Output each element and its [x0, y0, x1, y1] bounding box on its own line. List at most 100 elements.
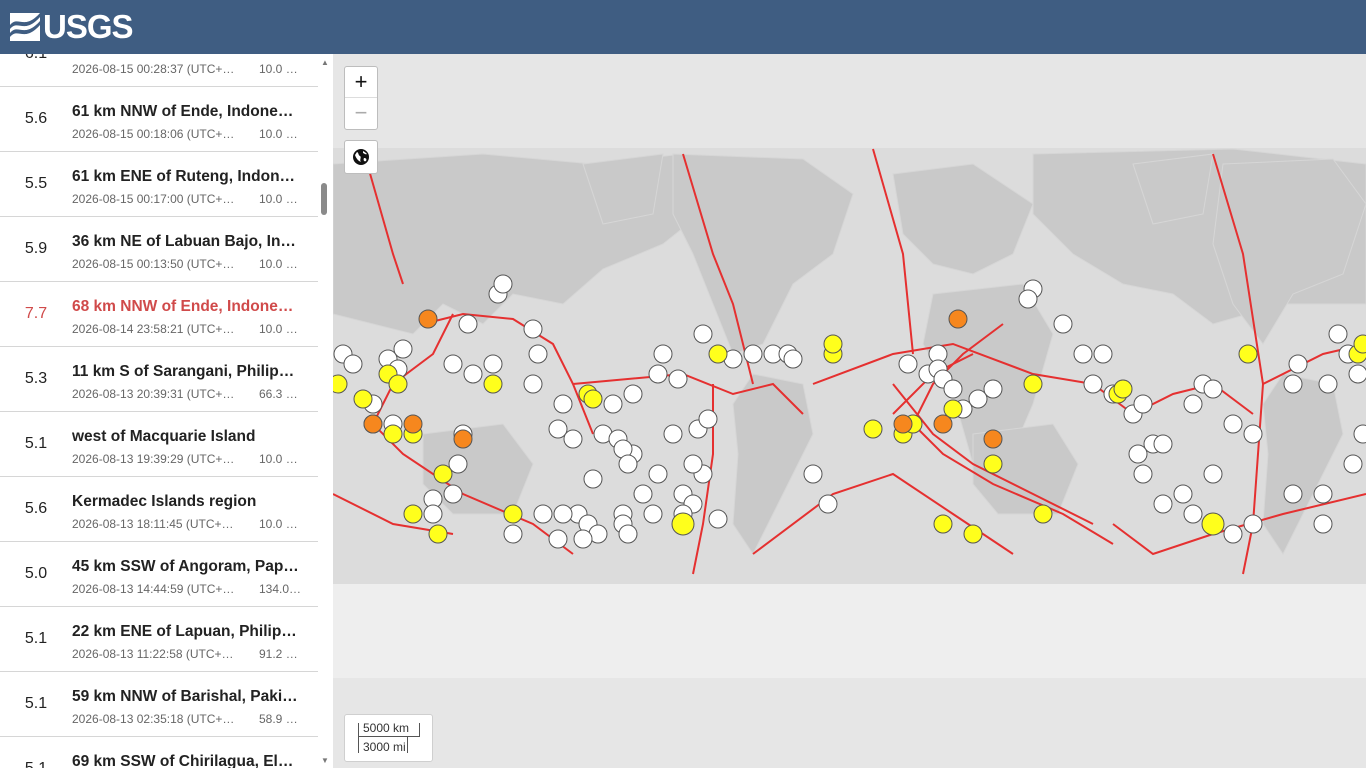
earthquake-marker[interactable] [1328, 324, 1348, 344]
layers-button[interactable] [344, 140, 378, 174]
earthquake-marker[interactable] [433, 464, 453, 484]
earthquake-marker[interactable] [1153, 434, 1173, 454]
earthquake-marker[interactable] [1083, 374, 1103, 394]
earthquake-marker[interactable] [1203, 464, 1223, 484]
earthquake-marker[interactable] [583, 469, 603, 489]
earthquake-marker[interactable] [563, 429, 583, 449]
earthquake-marker[interactable] [333, 374, 348, 394]
earthquake-marker[interactable] [948, 309, 968, 329]
earthquake-marker[interactable] [1238, 344, 1258, 364]
earthquake-marker[interactable] [1153, 494, 1173, 514]
scroll-down-arrow-icon[interactable]: ▼ [321, 756, 329, 765]
earthquake-marker[interactable] [523, 319, 543, 339]
earthquake-marker[interactable] [823, 334, 843, 354]
earthquake-marker[interactable] [1053, 314, 1073, 334]
earthquake-marker[interactable] [363, 414, 383, 434]
earthquake-marker[interactable] [698, 409, 718, 429]
earthquake-marker[interactable] [393, 339, 413, 359]
earthquake-marker[interactable] [418, 309, 438, 329]
earthquake-marker[interactable] [583, 389, 603, 409]
earthquake-marker[interactable] [383, 424, 403, 444]
earthquake-marker[interactable] [648, 464, 668, 484]
earthquake-marker[interactable] [648, 364, 668, 384]
earthquake-list-item[interactable]: 5.6 61 km NNW of Ende, Indone… 2026-08-15 … [0, 87, 318, 152]
earthquake-marker[interactable] [403, 504, 423, 524]
earthquake-list-item[interactable]: 5.1 59 km NNW of Barishal, Paki… 2026-08-1… [0, 672, 318, 737]
earthquake-marker[interactable] [983, 454, 1003, 474]
earthquake-marker[interactable] [693, 324, 713, 344]
earthquake-marker[interactable] [523, 374, 543, 394]
earthquake-marker[interactable] [533, 504, 553, 524]
earthquake-marker[interactable] [943, 379, 963, 399]
earthquake-marker[interactable] [623, 384, 643, 404]
earthquake-marker[interactable] [643, 504, 663, 524]
earthquake-marker[interactable] [1173, 484, 1193, 504]
earthquake-marker[interactable] [818, 494, 838, 514]
earthquake-list-item[interactable]: 5.1 22 km ENE of Lapuan, Philip… 2026-08-1… [0, 607, 318, 672]
earthquake-marker[interactable] [668, 369, 688, 389]
earthquake-list-item[interactable]: 5.9 36 km NE of Labuan Bajo, In… 2026-08-1… [0, 217, 318, 282]
earthquake-marker[interactable] [1318, 374, 1338, 394]
earthquake-marker[interactable] [1343, 454, 1363, 474]
earthquake-marker[interactable] [1313, 484, 1333, 504]
earthquake-marker[interactable] [553, 394, 573, 414]
earthquake-marker[interactable] [671, 512, 695, 536]
earthquake-list-item[interactable]: 5.3 11 km S of Sarangani, Philip… 2026-08-… [0, 347, 318, 412]
map-view[interactable]: + − 5000 km 3000 mi [333, 54, 1366, 768]
scrollbar-thumb[interactable] [321, 183, 327, 215]
earthquake-marker[interactable] [443, 484, 463, 504]
earthquake-marker[interactable] [388, 374, 408, 394]
earthquake-marker[interactable] [453, 429, 473, 449]
earthquake-marker[interactable] [343, 354, 363, 374]
earthquake-list-item[interactable]: 5.6 Kermadec Islands region 2026-08-13 18:… [0, 477, 318, 542]
earthquake-marker[interactable] [933, 414, 953, 434]
earthquake-marker[interactable] [618, 524, 638, 544]
earthquake-marker[interactable] [708, 344, 728, 364]
earthquake-marker[interactable] [493, 274, 513, 294]
earthquake-marker[interactable] [1283, 484, 1303, 504]
earthquake-marker[interactable] [893, 414, 913, 434]
earthquake-marker[interactable] [963, 524, 983, 544]
earthquake-marker[interactable] [483, 354, 503, 374]
earthquake-marker[interactable] [933, 514, 953, 534]
earthquake-marker[interactable] [1183, 394, 1203, 414]
earthquake-marker[interactable] [428, 524, 448, 544]
earthquake-marker[interactable] [1201, 512, 1225, 536]
earthquake-marker[interactable] [1223, 414, 1243, 434]
earthquake-marker[interactable] [1313, 514, 1333, 534]
earthquake-marker[interactable] [463, 364, 483, 384]
earthquake-marker[interactable] [483, 374, 503, 394]
earthquake-marker[interactable] [573, 529, 593, 549]
earthquake-marker[interactable] [1203, 379, 1223, 399]
earthquake-marker[interactable] [1073, 344, 1093, 364]
earthquake-marker[interactable] [1243, 514, 1263, 534]
earthquake-marker[interactable] [423, 504, 443, 524]
earthquake-marker[interactable] [553, 504, 573, 524]
earthquake-list-item[interactable]: 5.5 61 km ENE of Ruteng, Indon… 2026-08-15… [0, 152, 318, 217]
earthquake-marker[interactable] [743, 344, 763, 364]
earthquake-marker[interactable] [1128, 444, 1148, 464]
earthquake-marker[interactable] [528, 344, 548, 364]
earthquake-marker[interactable] [1113, 379, 1133, 399]
earthquake-marker[interactable] [1348, 364, 1366, 384]
scroll-up-arrow-icon[interactable]: ▲ [321, 58, 329, 67]
earthquake-marker[interactable] [708, 509, 728, 529]
earthquake-list-item[interactable]: 7.7 68 km NNW of Ende, Indone… 2026-08-14 … [0, 282, 318, 347]
earthquake-marker[interactable] [1033, 504, 1053, 524]
earthquake-list-item[interactable]: 5.1 west of Macquarie Island 2026-08-13 19… [0, 412, 318, 477]
earthquake-marker[interactable] [898, 354, 918, 374]
earthquake-marker[interactable] [603, 394, 623, 414]
earthquake-marker[interactable] [1243, 424, 1263, 444]
earthquake-marker[interactable] [983, 379, 1003, 399]
earthquake-marker[interactable] [983, 429, 1003, 449]
earthquake-marker[interactable] [683, 454, 703, 474]
earthquake-marker[interactable] [1288, 354, 1308, 374]
earthquake-marker[interactable] [1023, 374, 1043, 394]
earthquake-marker[interactable] [803, 464, 823, 484]
earthquake-list-item[interactable]: 6.133 km N of Ende, Indonesia 2026-08-15 … [0, 54, 318, 87]
earthquake-marker[interactable] [1223, 524, 1243, 544]
earthquake-marker[interactable] [618, 454, 638, 474]
list-scrollbar[interactable]: ▲ ▼ [318, 54, 333, 768]
earthquake-list-item[interactable]: 5.0 45 km SSW of Angoram, Pap… 2026-08-13 … [0, 542, 318, 607]
earthquake-marker[interactable] [458, 314, 478, 334]
